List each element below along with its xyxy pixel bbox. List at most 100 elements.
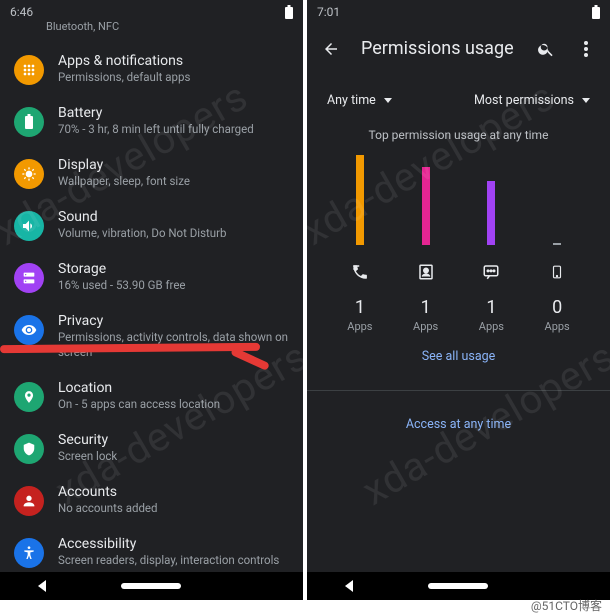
search-icon[interactable]	[536, 39, 556, 59]
access-any-time-link[interactable]: Access at any time	[307, 401, 610, 448]
bluetooth-nfc-sub: Bluetooth, NFC	[0, 20, 303, 39]
privacy-icon	[14, 315, 44, 345]
setting-subtitle: On - 5 apps can access location	[58, 397, 289, 412]
setting-subtitle: Screen lock	[58, 449, 289, 464]
contacts-icon	[415, 261, 437, 283]
setting-text: Storage16% used - 53.90 GB free	[58, 261, 289, 293]
more-icon[interactable]	[576, 39, 596, 59]
setting-text: PrivacyPermissions, activity controls, d…	[58, 313, 289, 360]
back-icon[interactable]	[321, 39, 341, 59]
status-bar: 7:01	[307, 0, 610, 24]
setting-text: SecurityScreen lock	[58, 432, 289, 464]
setting-subtitle: No accounts added	[58, 501, 289, 516]
setting-subtitle: Volume, vibration, Do Not Disturb	[58, 226, 289, 241]
setting-apps[interactable]: Apps & notificationsPermissions, default…	[0, 43, 303, 95]
bar-phone[interactable]: 1 Apps	[330, 158, 390, 333]
filter-row: Any time Most permissions	[307, 73, 610, 120]
setting-title: Sound	[58, 209, 289, 225]
setting-subtitle: 70% - 3 hr, 8 min left until fully charg…	[58, 122, 289, 137]
permissions-usage-screen: xda-developers xda-developers 7:01 Permi…	[307, 0, 610, 600]
sound-icon	[14, 211, 44, 241]
setting-subtitle: Wallpaper, sleep, font size	[58, 174, 289, 189]
location-icon	[14, 382, 44, 412]
nav-bar	[0, 572, 303, 600]
time-filter[interactable]: Any time	[327, 93, 392, 108]
nav-recent[interactable]	[563, 581, 573, 591]
setting-text: SoundVolume, vibration, Do Not Disturb	[58, 209, 289, 241]
setting-location[interactable]: LocationOn - 5 apps can access location	[0, 370, 303, 422]
setting-subtitle: Screen readers, display, interaction con…	[58, 553, 289, 568]
storage-icon	[546, 261, 568, 283]
nav-bar	[307, 572, 610, 600]
settings-screen: xda-developers xda-developers 6:46 Bluet…	[0, 0, 303, 600]
battery-icon	[285, 5, 293, 19]
bar	[553, 243, 561, 245]
setting-text: Apps & notificationsPermissions, default…	[58, 53, 289, 85]
divider	[307, 390, 610, 391]
nav-back-icon[interactable]	[345, 580, 353, 592]
bar	[356, 155, 364, 245]
nav-back-icon[interactable]	[38, 580, 46, 592]
settings-list: Apps & notificationsPermissions, default…	[0, 39, 303, 582]
bar-label: Apps	[545, 320, 570, 333]
time-filter-label: Any time	[327, 93, 376, 108]
bar-storage[interactable]: 0 Apps	[527, 158, 587, 333]
setting-display[interactable]: DisplayWallpaper, sleep, font size	[0, 147, 303, 199]
setting-subtitle: Permissions, default apps	[58, 70, 289, 85]
app-bar: Permissions usage	[307, 24, 610, 73]
status-time: 7:01	[317, 5, 592, 19]
setting-title: Privacy	[58, 313, 289, 329]
bar-count: 1	[486, 297, 496, 318]
usage-chart: 1 Apps 1 Apps 1 Apps 0 Apps	[307, 158, 610, 333]
sort-filter-label: Most permissions	[474, 93, 574, 108]
setting-text: DisplayWallpaper, sleep, font size	[58, 157, 289, 189]
setting-title: Display	[58, 157, 289, 173]
setting-title: Battery	[58, 105, 289, 121]
bar-sms[interactable]: 1 Apps	[461, 158, 521, 333]
attribution: @51CTO博客	[531, 597, 602, 614]
setting-accounts[interactable]: AccountsNo accounts added	[0, 474, 303, 526]
security-icon	[14, 434, 44, 464]
setting-subtitle: 16% used - 53.90 GB free	[58, 278, 289, 293]
apps-icon	[14, 55, 44, 85]
bar-label: Apps	[479, 320, 504, 333]
bar-label: Apps	[347, 320, 372, 333]
setting-text: LocationOn - 5 apps can access location	[58, 380, 289, 412]
sms-icon	[480, 261, 502, 283]
bar	[422, 167, 430, 245]
chevron-down-icon	[582, 98, 590, 103]
nav-recent[interactable]	[256, 581, 266, 591]
bar-count: 0	[552, 297, 562, 318]
phone-icon	[349, 261, 371, 283]
page-title: Permissions usage	[361, 38, 516, 59]
setting-text: Battery70% - 3 hr, 8 min left until full…	[58, 105, 289, 137]
setting-text: AccessibilityScreen readers, display, in…	[58, 536, 289, 568]
bar-contacts[interactable]: 1 Apps	[396, 158, 456, 333]
setting-sound[interactable]: SoundVolume, vibration, Do Not Disturb	[0, 199, 303, 251]
accounts-icon	[14, 486, 44, 516]
nav-home-pill[interactable]	[428, 583, 488, 589]
battery-icon	[14, 107, 44, 137]
setting-title: Location	[58, 380, 289, 396]
bar-count: 1	[355, 297, 365, 318]
status-time: 6:46	[10, 5, 285, 19]
setting-title: Apps & notifications	[58, 53, 289, 69]
display-icon	[14, 159, 44, 189]
setting-text: AccountsNo accounts added	[58, 484, 289, 516]
storage-icon	[14, 263, 44, 293]
bar-count: 1	[421, 297, 431, 318]
chevron-down-icon	[384, 98, 392, 103]
setting-title: Accessibility	[58, 536, 289, 552]
battery-icon	[592, 5, 600, 19]
accessibility-icon	[14, 538, 44, 568]
nav-home-pill[interactable]	[121, 583, 181, 589]
bar-label: Apps	[413, 320, 438, 333]
see-all-usage-link[interactable]: See all usage	[307, 333, 610, 380]
setting-storage[interactable]: Storage16% used - 53.90 GB free	[0, 251, 303, 303]
setting-battery[interactable]: Battery70% - 3 hr, 8 min left until full…	[0, 95, 303, 147]
setting-title: Security	[58, 432, 289, 448]
sort-filter[interactable]: Most permissions	[474, 93, 590, 108]
setting-title: Accounts	[58, 484, 289, 500]
setting-security[interactable]: SecurityScreen lock	[0, 422, 303, 474]
setting-accessibility[interactable]: AccessibilityScreen readers, display, in…	[0, 526, 303, 578]
